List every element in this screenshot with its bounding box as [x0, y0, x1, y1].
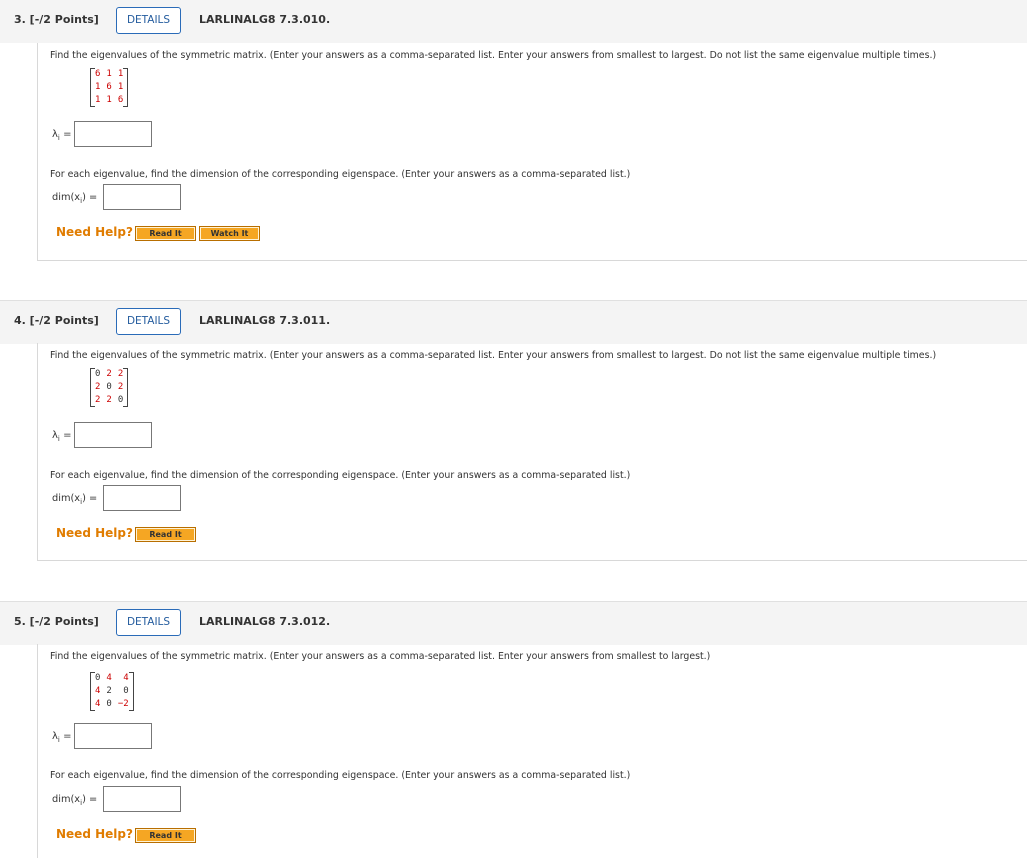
eigenvalues-input[interactable]	[74, 723, 152, 749]
question-3: 3. [-/2 Points] DETAILS LARLINALG8 7.3.0…	[0, 0, 1027, 262]
question-prompt: Find the eigenvalues of the symmetric ma…	[50, 350, 937, 361]
lambda-label: λi =	[52, 731, 72, 744]
matrix-right-bracket	[123, 68, 129, 107]
symmetric-matrix: 044 420 4 0 −2	[90, 672, 134, 711]
question-prompt: Find the eigenvalues of the symmetric ma…	[50, 651, 711, 662]
question-prompt: Find the eigenvalues of the symmetric ma…	[50, 50, 937, 61]
question-body: Find the eigenvalues of the symmetric ma…	[37, 43, 1027, 261]
dimension-input[interactable]	[103, 485, 181, 511]
question-body: Find the eigenvalues of the symmetric ma…	[37, 343, 1027, 561]
dimension-input[interactable]	[103, 786, 181, 812]
symmetric-matrix: 611 161 116	[90, 68, 129, 107]
symmetric-matrix: 022 202 220	[90, 368, 129, 407]
dim-label: dim(xi) =	[52, 794, 98, 807]
eigenspace-prompt: For each eigenvalue, find the dimension …	[50, 770, 631, 781]
matrix-right-bracket	[128, 672, 134, 711]
lambda-label: λi =	[52, 129, 72, 142]
matrix-left-bracket	[90, 68, 95, 107]
question-4: 4. [-/2 Points] DETAILS LARLINALG8 7.3.0…	[0, 300, 1027, 562]
question-code: LARLINALG8 7.3.010.	[199, 13, 331, 26]
question-5: 5. [-/2 Points] DETAILS LARLINALG8 7.3.0…	[0, 601, 1027, 858]
read-it-button[interactable]: Read It	[135, 226, 196, 241]
matrix-cell: 0	[106, 699, 112, 709]
question-header: 4. [-/2 Points] DETAILS LARLINALG8 7.3.0…	[0, 300, 1027, 344]
matrix-left-bracket	[90, 672, 95, 711]
eigenvalues-input[interactable]	[74, 422, 152, 448]
matrix-cell: 4	[106, 673, 112, 683]
details-button[interactable]: DETAILS	[116, 609, 181, 636]
details-button[interactable]: DETAILS	[116, 308, 181, 335]
matrix-right-bracket	[123, 368, 129, 407]
details-button[interactable]: DETAILS	[116, 7, 181, 34]
read-it-button[interactable]: Read It	[135, 527, 196, 542]
need-help-label: Need Help?	[56, 225, 133, 239]
eigenspace-prompt: For each eigenvalue, find the dimension …	[50, 470, 631, 481]
question-number: 4. [-/2 Points]	[14, 314, 99, 327]
read-it-button[interactable]: Read It	[135, 828, 196, 843]
question-header: 5. [-/2 Points] DETAILS LARLINALG8 7.3.0…	[0, 601, 1027, 645]
lambda-label: λi =	[52, 430, 72, 443]
eigenspace-prompt: For each eigenvalue, find the dimension …	[50, 169, 631, 180]
matrix-cell: 0	[106, 382, 112, 392]
matrix-cell: 1	[106, 69, 112, 79]
question-number: 5. [-/2 Points]	[14, 615, 99, 628]
matrix-cell: 1	[106, 95, 112, 105]
question-number: 3. [-/2 Points]	[14, 13, 99, 26]
matrix-cell: 6	[106, 82, 112, 92]
question-body: Find the eigenvalues of the symmetric ma…	[37, 644, 1027, 858]
matrix-cell: 2	[106, 369, 112, 379]
question-header: 3. [-/2 Points] DETAILS LARLINALG8 7.3.0…	[0, 0, 1027, 43]
question-code: LARLINALG8 7.3.011.	[199, 314, 331, 327]
dim-label: dim(xi) =	[52, 192, 98, 205]
eigenvalues-input[interactable]	[74, 121, 152, 147]
question-code: LARLINALG8 7.3.012.	[199, 615, 331, 628]
watch-it-button[interactable]: Watch It	[199, 226, 260, 241]
matrix-cell: 2	[106, 395, 112, 405]
matrix-cell: 2	[106, 686, 112, 696]
dimension-input[interactable]	[103, 184, 181, 210]
matrix-left-bracket	[90, 368, 95, 407]
need-help-label: Need Help?	[56, 827, 133, 841]
dim-label: dim(xi) =	[52, 493, 98, 506]
need-help-label: Need Help?	[56, 526, 133, 540]
